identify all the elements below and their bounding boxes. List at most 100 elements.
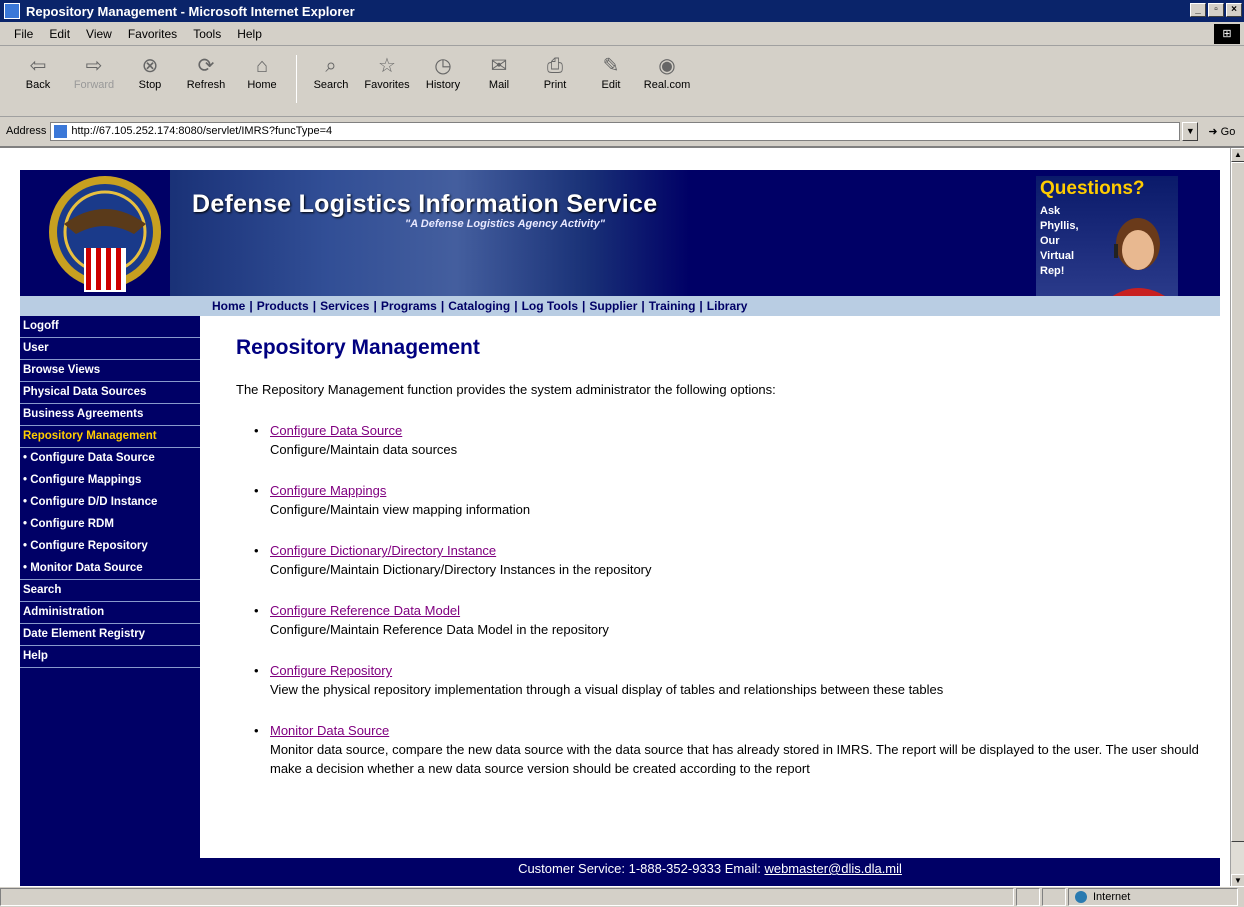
scroll-down-button[interactable]: ▼ — [1231, 874, 1244, 886]
sidebar-item-configure-rdm[interactable]: • Configure RDM — [20, 514, 200, 536]
print-button[interactable]: ⎙ Print — [527, 53, 583, 91]
sidebar-item-administration[interactable]: Administration — [20, 602, 200, 624]
bullet-icon: • — [254, 663, 259, 678]
banner-title: Defense Logistics Information Service — [192, 190, 658, 218]
option-item: • Monitor Data Source Monitor data source,… — [254, 721, 1221, 778]
nav-log-tools[interactable]: Log Tools — [522, 299, 578, 313]
globe-icon — [1075, 891, 1087, 903]
top-navigation: Home | Products | Services | Programs | Cata… — [200, 296, 1220, 316]
favorites-button[interactable]: ☆ Favorites — [359, 53, 415, 91]
banner-subtitle: "A Defense Logistics Agency Activity" — [405, 218, 605, 230]
windows-logo-icon: ⊞ — [1214, 24, 1240, 44]
ie-app-icon — [4, 3, 20, 19]
menu-bar: File Edit View Favorites Tools Help ⊞ — [0, 22, 1244, 46]
edit-button[interactable]: ✎ Edit — [583, 53, 639, 91]
option-link[interactable]: Configure Dictionary/Directory Instance — [270, 543, 496, 558]
sidebar-item-physical-data-sources[interactable]: Physical Data Sources — [20, 382, 200, 404]
option-item: • Configure Data Source Configure/Maintain… — [254, 421, 1221, 459]
stop-icon: ⊗ — [141, 55, 159, 77]
dlis-banner: Defense Logistics Information Service "A… — [20, 170, 1220, 296]
questions-text: Ask Phyllis, Our Virtual Rep! — [1040, 205, 1079, 277]
bullet-icon: • — [254, 423, 259, 438]
nav-programs[interactable]: Programs — [381, 299, 437, 313]
history-icon: ◷ — [434, 55, 452, 77]
realcom-icon: ◉ — [658, 55, 676, 77]
close-button[interactable]: × — [1226, 3, 1242, 17]
vertical-scrollbar[interactable]: ▲ ▼ — [1230, 148, 1244, 886]
security-zone-pane: Internet — [1068, 888, 1238, 906]
option-link[interactable]: Configure Repository — [270, 663, 392, 678]
address-input[interactable]: http://67.105.252.174:8080/servlet/IMRS?… — [50, 121, 1181, 141]
forward-button[interactable]: ⇨ Forward — [66, 53, 122, 91]
option-item: • Configure Dictionary/Directory Instance… — [254, 541, 1221, 579]
home-button[interactable]: ⌂ Home — [234, 53, 290, 91]
status-bar: Internet — [0, 886, 1244, 907]
sidebar-item-date-element-registry[interactable]: Date Element Registry — [20, 624, 200, 646]
scroll-thumb[interactable] — [1231, 162, 1244, 842]
sidebar-item-browse-views[interactable]: Browse Views — [20, 360, 200, 382]
banner-photo — [170, 170, 690, 296]
sidebar-item-help[interactable]: Help — [20, 646, 200, 668]
status-text-pane — [0, 888, 1014, 906]
sidebar-item-repository-management[interactable]: Repository Management — [20, 426, 200, 448]
mail-button[interactable]: ✉ Mail — [471, 53, 527, 91]
option-description: Configure/Maintain view mapping informat… — [270, 502, 531, 517]
status-pane-3 — [1042, 888, 1066, 906]
page-icon — [54, 124, 68, 138]
status-pane-2 — [1016, 888, 1040, 906]
nav-services[interactable]: Services — [320, 299, 369, 313]
address-dropdown-button[interactable]: ▼ — [1182, 121, 1199, 141]
realcom-button[interactable]: ◉ Real.com — [639, 53, 695, 91]
nav-library[interactable]: Library — [707, 299, 748, 313]
search-button[interactable]: ⌕ Search — [303, 53, 359, 91]
sidebar-item-configure-repository[interactable]: • Configure Repository — [20, 536, 200, 558]
page-title: Repository Management — [236, 336, 480, 359]
footer-email-link[interactable]: webmaster@dlis.dla.mil — [764, 861, 901, 876]
nav-products[interactable]: Products — [257, 299, 309, 313]
bullet-icon: • — [254, 483, 259, 498]
back-button[interactable]: ⇦ Back — [10, 53, 66, 91]
menu-favorites[interactable]: Favorites — [120, 27, 185, 41]
toolbar-separator — [296, 55, 297, 103]
history-button[interactable]: ◷ History — [415, 53, 471, 91]
sidebar-item-configure-data-source[interactable]: • Configure Data Source — [20, 448, 200, 470]
option-description: Configure/Maintain data sources — [270, 442, 458, 457]
sidebar-item-logoff[interactable]: Logoff — [20, 316, 200, 338]
address-label: Address — [6, 125, 47, 137]
maximize-button[interactable]: ▫ — [1208, 3, 1224, 17]
go-button[interactable]: ➜ Go — [1208, 125, 1235, 138]
nav-supplier[interactable]: Supplier — [589, 299, 637, 313]
sidebar-item-business-agreements[interactable]: Business Agreements — [20, 404, 200, 426]
nav-training[interactable]: Training — [649, 299, 696, 313]
menu-help[interactable]: Help — [229, 27, 270, 41]
virtual-rep-photo — [1112, 218, 1165, 296]
option-link[interactable]: Configure Data Source — [270, 423, 402, 438]
menu-tools[interactable]: Tools — [185, 27, 229, 41]
nav-cataloging[interactable]: Cataloging — [448, 299, 510, 313]
nav-home[interactable]: Home — [212, 299, 245, 313]
forward-arrow-icon: ⇨ — [85, 55, 103, 77]
sidebar-item-monitor-data-source[interactable]: • Monitor Data Source — [20, 558, 200, 580]
refresh-icon: ⟳ — [197, 55, 215, 77]
stop-button[interactable]: ⊗ Stop — [122, 53, 178, 91]
option-link[interactable]: Monitor Data Source — [270, 723, 389, 738]
zone-label: Internet — [1093, 891, 1131, 903]
sidebar-item-configure-d-d-instance[interactable]: • Configure D/D Instance — [20, 492, 200, 514]
menu-edit[interactable]: Edit — [41, 27, 78, 41]
browser-toolbar: ⇦ Back ⇨ Forward ⊗ Stop ⟳ Refresh ⌂ Home… — [0, 47, 1244, 117]
bullet-icon: • — [254, 603, 259, 618]
menu-file[interactable]: File — [6, 27, 41, 41]
menu-view[interactable]: View — [78, 27, 120, 41]
sidebar-item-configure-mappings[interactable]: • Configure Mappings — [20, 470, 200, 492]
option-link[interactable]: Configure Reference Data Model — [270, 603, 460, 618]
sidebar-item-search[interactable]: Search — [20, 580, 200, 602]
option-description: Configure/Maintain Dictionary/Directory … — [270, 562, 652, 577]
minimize-button[interactable]: _ — [1190, 3, 1206, 17]
page-footer: Customer Service: 1-888-352-9333 Email: … — [200, 858, 1220, 886]
option-link[interactable]: Configure Mappings — [270, 483, 386, 498]
virtual-rep-ad[interactable]: Questions? Ask Phyllis, Our Virtual Rep! — [1036, 176, 1178, 296]
option-item: • Configure Mappings Configure/Maintain vi… — [254, 481, 1221, 519]
scroll-up-button[interactable]: ▲ — [1231, 148, 1244, 162]
refresh-button[interactable]: ⟳ Refresh — [178, 53, 234, 91]
sidebar-item-user[interactable]: User — [20, 338, 200, 360]
